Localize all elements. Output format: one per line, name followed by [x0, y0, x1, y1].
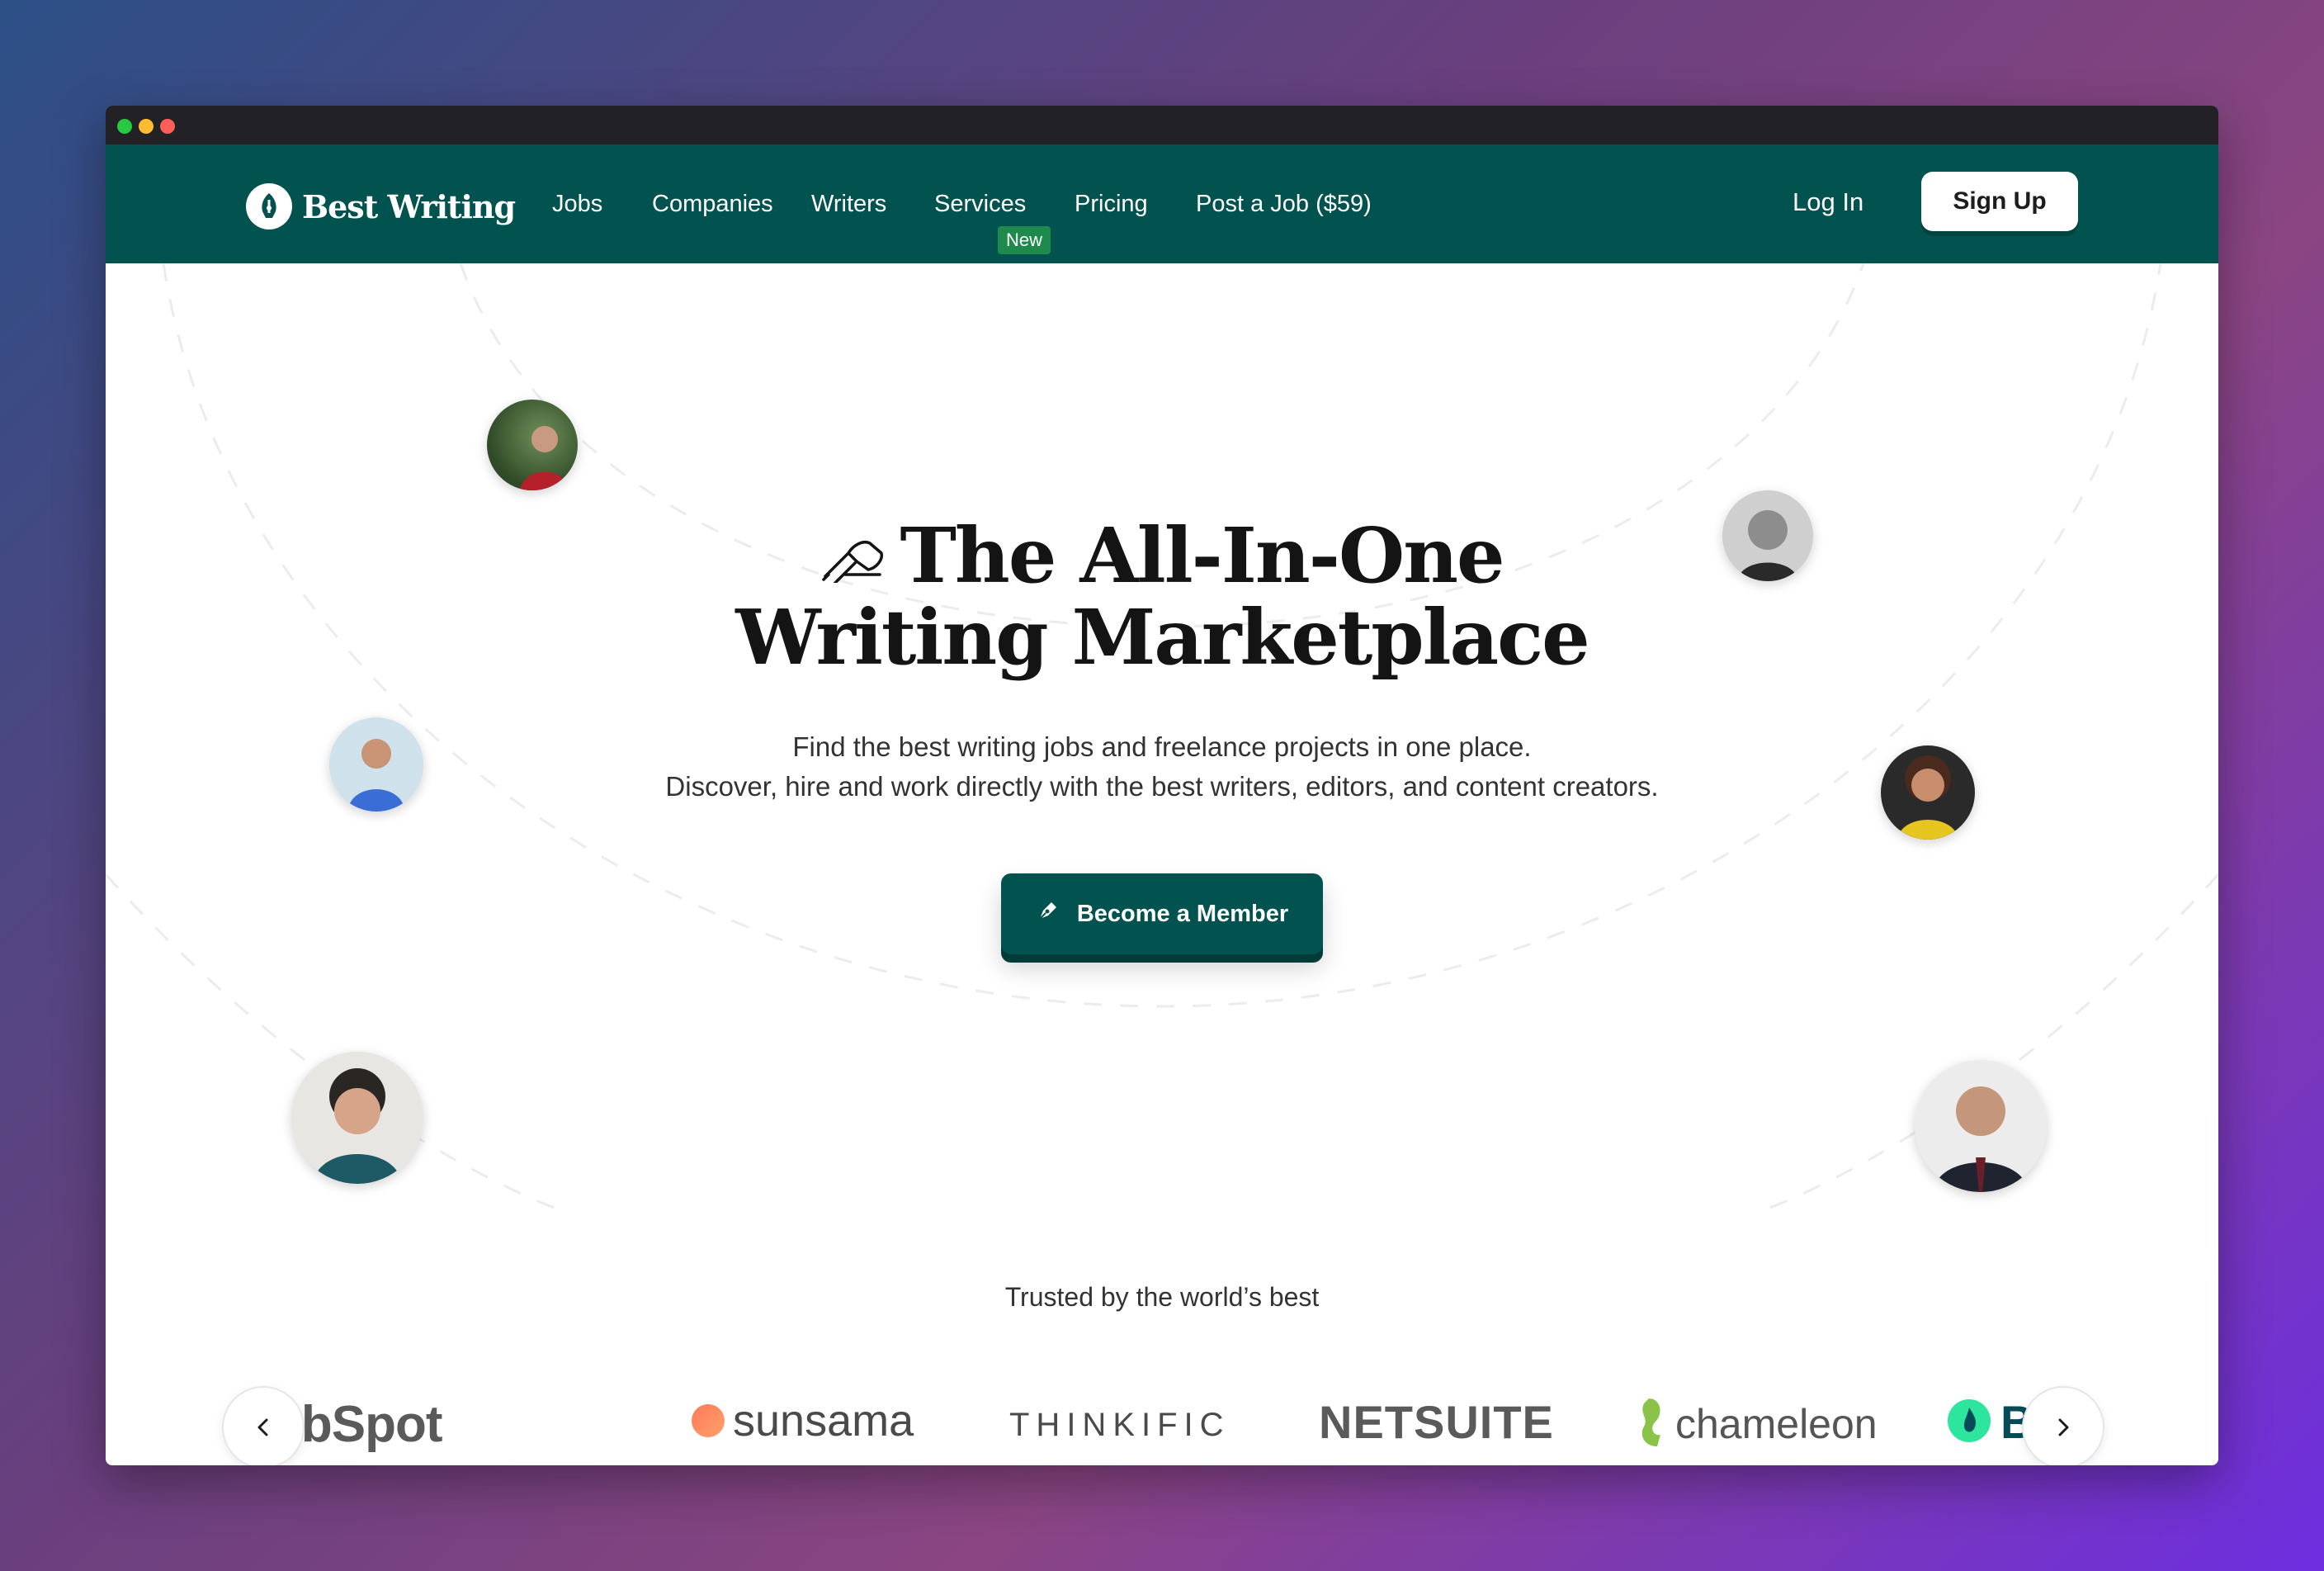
site-logo[interactable]: Best Writing	[246, 183, 516, 229]
logo-hubspot: ubSpot	[304, 1396, 442, 1453]
carousel-next-button[interactable]	[2022, 1386, 2104, 1465]
avatar-writer-1	[487, 400, 578, 490]
nav-link-pricing[interactable]: Pricing	[1075, 186, 1148, 222]
chameleon-icon	[1632, 1395, 1667, 1453]
nav-link-writers[interactable]: Writers	[811, 186, 886, 222]
hero-subtitle: Find the best writing jobs and freelance…	[106, 727, 2218, 807]
new-badge: New	[998, 226, 1051, 254]
window-control-yellow[interactable]	[139, 119, 154, 134]
avatar-writer-6	[1915, 1060, 2047, 1192]
window-control-red[interactable]	[160, 119, 175, 134]
top-navbar: Best Writing Jobs Companies Writers Serv…	[106, 144, 2218, 263]
logo-sunsama: sunsama	[692, 1395, 914, 1446]
hero-title-line-1: The All-In-One	[900, 511, 1504, 600]
blinkist-icon	[1946, 1398, 1992, 1447]
browser-window: Best Writing Jobs Companies Writers Serv…	[106, 106, 2218, 1465]
hero-subtitle-line-2: Discover, hire and work directly with th…	[665, 771, 1659, 802]
trusted-heading: Trusted by the world’s best	[1004, 1282, 1320, 1312]
cta-label: Become a Member	[1076, 900, 1289, 927]
nav-link-jobs[interactable]: Jobs	[552, 186, 602, 222]
nav-link-companies[interactable]: Companies	[652, 186, 773, 222]
logo-chameleon: chameleon	[1632, 1395, 1878, 1453]
sunsama-icon	[692, 1404, 725, 1437]
logo-thinkific: THINKIFIC	[1009, 1407, 1230, 1443]
chevron-right-icon	[2058, 1418, 2069, 1436]
chevron-left-icon	[257, 1418, 268, 1436]
hero-title-line-2: Writing Marketplace	[735, 593, 1589, 683]
writing-hand-icon	[820, 516, 885, 597]
window-control-green[interactable]	[117, 119, 132, 134]
nav-link-services[interactable]: Services	[934, 186, 1026, 222]
carousel-prev-button[interactable]	[222, 1386, 305, 1465]
signup-button[interactable]: Sign Up	[1921, 172, 2078, 231]
nav-link-post-job[interactable]: Post a Job ($59)	[1196, 186, 1372, 222]
pen-icon	[1036, 898, 1060, 930]
hero-subtitle-line-1: Find the best writing jobs and freelance…	[792, 731, 1532, 762]
pen-nib-icon	[246, 183, 292, 229]
logo-text: Best Writing	[302, 187, 516, 225]
avatar-writer-3	[291, 1052, 423, 1184]
hero-title: The All-In-One Writing Marketplace	[106, 515, 2218, 678]
logo-netsuite: NETSUITE	[1319, 1396, 1554, 1448]
become-member-button[interactable]: Become a Member	[1001, 873, 1323, 954]
window-titlebar	[106, 106, 2218, 144]
login-link[interactable]: Log In	[1793, 184, 1863, 220]
trusted-logos-carousel: ubSpot sunsama THINKIFIC NETSUITE chamel…	[304, 1377, 2037, 1465]
